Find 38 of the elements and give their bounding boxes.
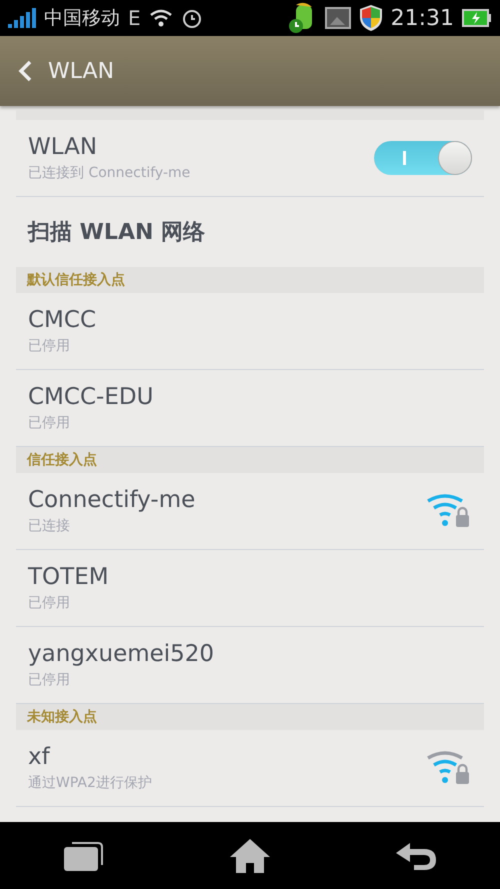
network-status: 已停用 — [28, 671, 71, 689]
network-status: 已连接 — [28, 517, 71, 535]
signal-icon — [8, 8, 36, 28]
battery-icon — [462, 9, 492, 27]
network-item[interactable]: TOTEM 已停用 — [16, 550, 484, 627]
wlan-title: WLAN — [28, 134, 98, 160]
image-icon — [324, 7, 351, 29]
network-item[interactable]: CMCC 已停用 — [16, 293, 484, 370]
carrier-label: 中国移动 — [44, 6, 120, 31]
network-name: xf — [28, 744, 52, 770]
wlan-toggle[interactable] — [374, 141, 472, 175]
wifi-lock-icon — [426, 750, 472, 786]
network-item[interactable]: xf 通过WPA2进行保护 — [16, 730, 484, 807]
section-header: 信任接入点 — [16, 447, 484, 473]
back-nav-icon[interactable] — [394, 840, 438, 870]
alarm-icon — [180, 7, 203, 29]
section-header: 未知接入点 — [16, 704, 484, 730]
network-name: Connectify-me — [28, 487, 196, 513]
wlan-status: 已连接到 Connectify-me — [28, 164, 192, 182]
network-status: 通过WPA2进行保护 — [28, 774, 153, 792]
page-title: WLAN — [48, 58, 114, 84]
clock: 21:31 — [390, 6, 454, 30]
network-status: 已停用 — [28, 337, 71, 355]
section-header: 默认信任接入点 — [16, 267, 484, 293]
network-name: CMCC-EDU — [28, 384, 154, 410]
network-name: yangxuemei520 — [28, 641, 216, 667]
network-status: 已停用 — [28, 414, 71, 432]
shield-icon — [358, 4, 383, 32]
back-icon[interactable] — [18, 60, 32, 82]
network-type: E — [128, 6, 141, 30]
wifi-icon — [148, 8, 173, 28]
network-name: CMCC — [28, 307, 98, 333]
network-item[interactable]: Connectify-me 已连接 — [16, 473, 484, 550]
home-icon[interactable] — [228, 838, 271, 874]
wifi-lock-icon — [426, 493, 472, 529]
network-name: TOTEM — [28, 564, 110, 590]
network-status: 已停用 — [28, 594, 71, 612]
scan-networks-item[interactable]: 扫描 WLAN 网络 — [28, 217, 206, 247]
